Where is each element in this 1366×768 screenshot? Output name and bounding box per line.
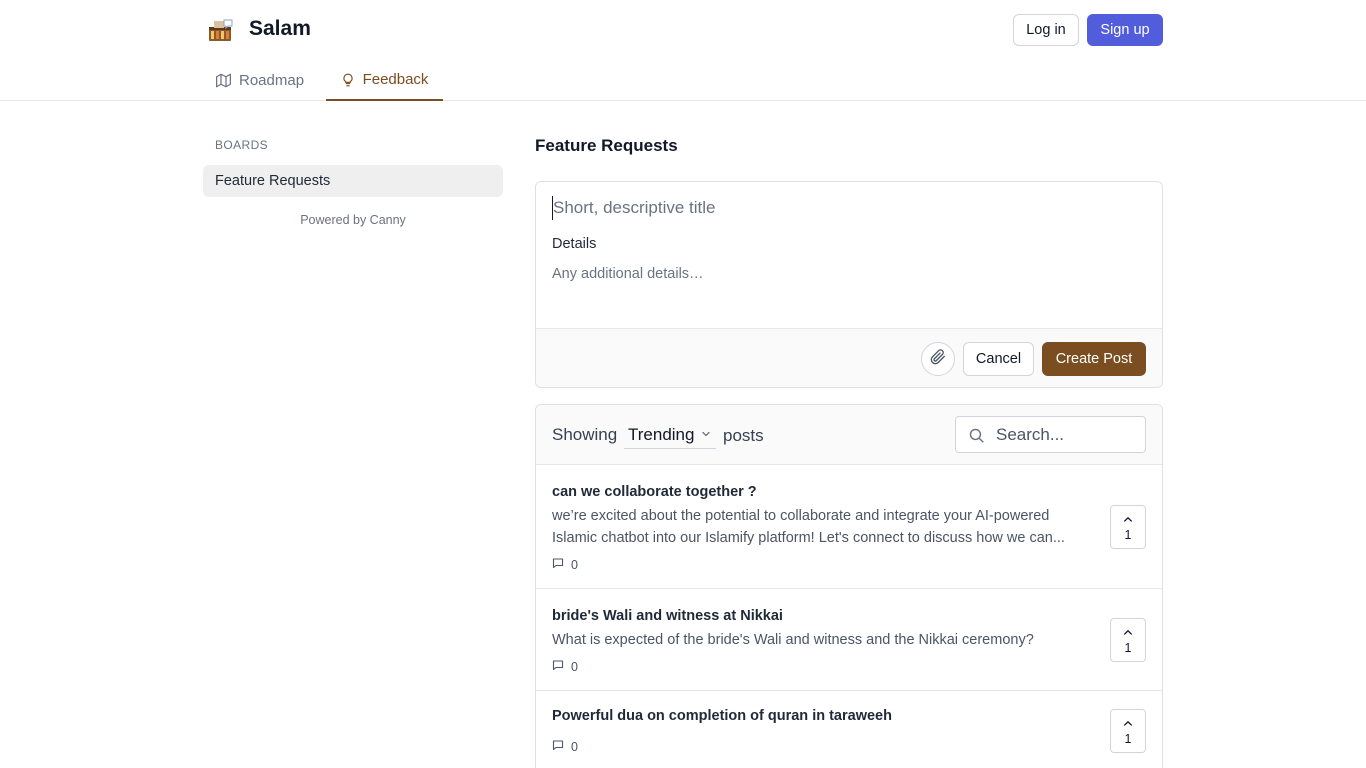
upvote-button[interactable]: 1 [1110, 618, 1146, 662]
posts-list-card: Showing Trending posts can we collaborat… [535, 404, 1163, 768]
tab-feedback[interactable]: Feedback [326, 60, 443, 101]
chevron-down-icon [700, 425, 712, 445]
board-title: Feature Requests [535, 136, 678, 155]
app-title[interactable]: Salam [249, 17, 311, 41]
vote-count: 1 [1124, 528, 1132, 542]
lightbulb-icon [341, 72, 355, 88]
post-title-input[interactable] [552, 196, 1142, 220]
upvote-button[interactable]: 1 [1110, 505, 1146, 549]
post-comment-count: 0 [552, 659, 578, 674]
post-title[interactable]: Powerful dua on completion of quran in t… [552, 708, 892, 724]
cancel-button[interactable]: Cancel [963, 342, 1034, 376]
salam-logo-icon[interactable] [207, 17, 235, 43]
chevron-up-icon [1123, 625, 1133, 639]
powered-by-link[interactable]: Powered by Canny [203, 213, 503, 227]
post-item[interactable]: Powerful dua on completion of quran in t… [536, 691, 1162, 768]
vote-count: 1 [1124, 641, 1132, 655]
comment-icon [552, 557, 564, 572]
tab-feedback-label: Feedback [362, 71, 429, 88]
attach-file-button[interactable] [921, 342, 955, 376]
posts-filter-bar: Showing Trending posts [536, 405, 1162, 465]
search-box[interactable] [955, 416, 1146, 453]
create-post-form: Details Cancel Create Post [535, 181, 1163, 388]
comment-icon [552, 739, 564, 754]
form-footer: Cancel Create Post [536, 328, 1162, 387]
signup-button[interactable]: Sign up [1087, 14, 1163, 46]
search-icon [968, 427, 985, 449]
board-item-feature-requests[interactable]: Feature Requests [203, 165, 503, 197]
tab-roadmap-label: Roadmap [239, 72, 305, 89]
top-header: Salam Log in Sign up Roadmap Feedback [0, 0, 1366, 101]
showing-label: Showing [552, 425, 618, 444]
chevron-up-icon [1123, 716, 1133, 730]
post-description: What is expected of the bride's Wali and… [552, 632, 1034, 648]
post-title[interactable]: can we collaborate together ? [552, 484, 757, 500]
map-icon [216, 73, 231, 88]
search-input[interactable] [996, 425, 1136, 445]
post-title[interactable]: bride's Wali and witness at Nikkai [552, 608, 783, 624]
post-comment-count: 0 [552, 739, 578, 754]
sort-dropdown-value: Trending [628, 425, 695, 444]
posts-label: posts [723, 426, 764, 445]
comment-icon [552, 659, 564, 674]
post-item[interactable]: can we collaborate together ? we’re exci… [536, 465, 1162, 589]
sort-dropdown[interactable]: Trending [624, 422, 717, 449]
vote-count: 1 [1124, 732, 1132, 746]
chevron-up-icon [1123, 512, 1133, 526]
post-comment-count: 0 [552, 557, 578, 572]
post-details-input[interactable] [552, 264, 1142, 284]
post-item[interactable]: bride's Wali and witness at Nikkai What … [536, 589, 1162, 691]
comment-count-value: 0 [571, 739, 578, 754]
tab-roadmap[interactable]: Roadmap [204, 60, 316, 101]
post-description: we’re excited about the potential to col… [552, 508, 1065, 546]
comment-count-value: 0 [571, 659, 578, 674]
upvote-button[interactable]: 1 [1110, 709, 1146, 753]
create-post-button[interactable]: Create Post [1042, 342, 1146, 376]
details-label: Details [552, 236, 597, 252]
boards-section-label: BOARDS [215, 138, 269, 152]
comment-count-value: 0 [571, 557, 578, 572]
paperclip-icon [930, 348, 946, 370]
login-button[interactable]: Log in [1013, 14, 1079, 46]
